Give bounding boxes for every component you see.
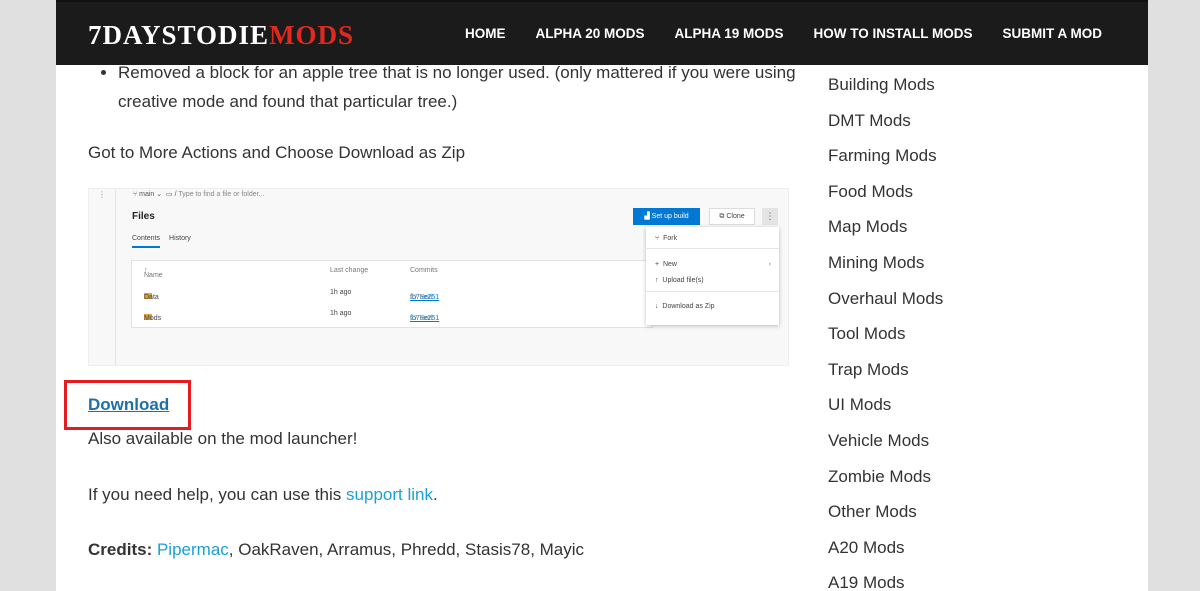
screenshot-more-actions-button: ⋮ <box>762 208 778 225</box>
download-icon: ↓ <box>655 303 659 310</box>
changelog-item: Removed a block for an apple tree that i… <box>118 58 798 116</box>
screenshot-tab-contents: Contents <box>132 235 161 248</box>
screenshot-clone-button: ⧉ Clone <box>709 208 755 225</box>
screenshot-table-header: Name ↑ Last change Commits <box>144 267 438 279</box>
screenshot-table-row: Mods 1h ago fb75e251 27 Rod <box>144 310 440 322</box>
changelog-list: Removed a block for an apple tree that i… <box>88 58 798 116</box>
screenshot-files-title: Files <box>132 211 155 222</box>
screenshot-tab-history: History <box>169 235 191 242</box>
sidebar-item-building-mods[interactable]: Building Mods <box>828 70 943 106</box>
site-logo[interactable]: 7DAYSTODIEMODS <box>88 20 354 51</box>
sidebar-item-other-mods[interactable]: Other Mods <box>828 497 943 533</box>
sidebar-item-zombie-mods[interactable]: Zombie Mods <box>828 462 943 498</box>
sidebar-item-vehicle-mods[interactable]: Vehicle Mods <box>828 426 943 462</box>
screenshot-tabs: Contents History <box>132 234 200 248</box>
screenshot-branch: ⑂ main ⌄ ▭ / Type to find a file or fold… <box>133 191 265 198</box>
screenshot-file-table: Name ↑ Last change Commits Data 1h ago f… <box>131 260 653 328</box>
upload-icon: ↑ <box>655 277 659 284</box>
article-content: Removed a block for an apple tree that i… <box>88 58 798 366</box>
logo-main-text: 7DAYSTODIE <box>88 20 270 50</box>
chevron-right-icon: › <box>768 261 771 268</box>
sidebar-item-a20-mods[interactable]: A20 Mods <box>828 533 943 569</box>
nav-how-to-install-mods[interactable]: HOW TO INSTALL MODS <box>814 26 973 41</box>
sidebar-item-food-mods[interactable]: Food Mods <box>828 177 943 213</box>
launcher-text: Also available on the mod launcher! <box>88 429 358 448</box>
logo-accent-text: MODS <box>269 20 355 50</box>
credits-label: Credits: <box>88 540 153 559</box>
sidebar-item-tool-mods[interactable]: Tool Mods <box>828 319 943 355</box>
fork-icon: ⑂ <box>655 235 660 242</box>
download-instructions-screenshot: ⋮ ⑂ main ⌄ ▭ / Type to find a file or fo… <box>88 188 789 366</box>
sidebar-item-mining-mods[interactable]: Mining Mods <box>828 248 943 284</box>
credits-author-link[interactable]: Pipermac <box>157 540 229 559</box>
build-icon: ▟ <box>644 213 650 220</box>
sidebar-item-overhaul-mods[interactable]: Overhaul Mods <box>828 284 943 320</box>
branch-icon: ⑂ <box>133 191 138 198</box>
main-nav: HOME ALPHA 20 MODS ALPHA 19 MODS HOW TO … <box>465 26 1102 41</box>
sidebar-item-farming-mods[interactable]: Farming Mods <box>828 141 943 177</box>
help-text: If you need help, you can use this suppo… <box>88 485 438 504</box>
sidebar-item-trap-mods[interactable]: Trap Mods <box>828 355 943 391</box>
screenshot-table-row: Data 1h ago fb75e251 27 Rod <box>144 289 440 301</box>
nav-alpha-19-mods[interactable]: ALPHA 19 MODS <box>674 26 783 41</box>
sidebar-item-a19-mods[interactable]: A19 Mods <box>828 568 943 591</box>
folder-outline-icon: ▭ <box>166 191 173 198</box>
credits-text: Credits: Pipermac, OakRaven, Arramus, Ph… <box>88 540 585 559</box>
nav-submit-a-mod[interactable]: SUBMIT A MOD <box>1003 26 1103 41</box>
clone-icon: ⧉ <box>719 213 725 220</box>
screenshot-left-rail: ⋮ <box>89 189 116 365</box>
support-link[interactable]: support link <box>346 485 433 504</box>
plus-icon: + <box>655 261 660 268</box>
category-sidebar: Building Mods DMT Mods Farming Mods Food… <box>828 70 943 591</box>
site-header: 7DAYSTODIEMODS HOME ALPHA 20 MODS ALPHA … <box>56 0 1148 65</box>
sidebar-item-dmt-mods[interactable]: DMT Mods <box>828 106 943 142</box>
nav-home[interactable]: HOME <box>465 26 506 41</box>
screenshot-more-actions-menu: ⑂ Fork + New › ↑ Upload file(s) ↓ Downlo… <box>646 227 779 325</box>
nav-alpha-20-mods[interactable]: ALPHA 20 MODS <box>535 26 644 41</box>
instruction-text: Got to More Actions and Choose Download … <box>88 143 466 162</box>
page: 7DAYSTODIEMODS HOME ALPHA 20 MODS ALPHA … <box>56 0 1148 591</box>
more-dots-icon: ⋮ <box>98 190 106 199</box>
screenshot-setup-build-button: ▟ Set up build <box>633 208 700 225</box>
sidebar-item-ui-mods[interactable]: UI Mods <box>828 390 943 426</box>
sidebar-item-map-mods[interactable]: Map Mods <box>828 212 943 248</box>
download-link[interactable]: Download <box>88 395 169 415</box>
